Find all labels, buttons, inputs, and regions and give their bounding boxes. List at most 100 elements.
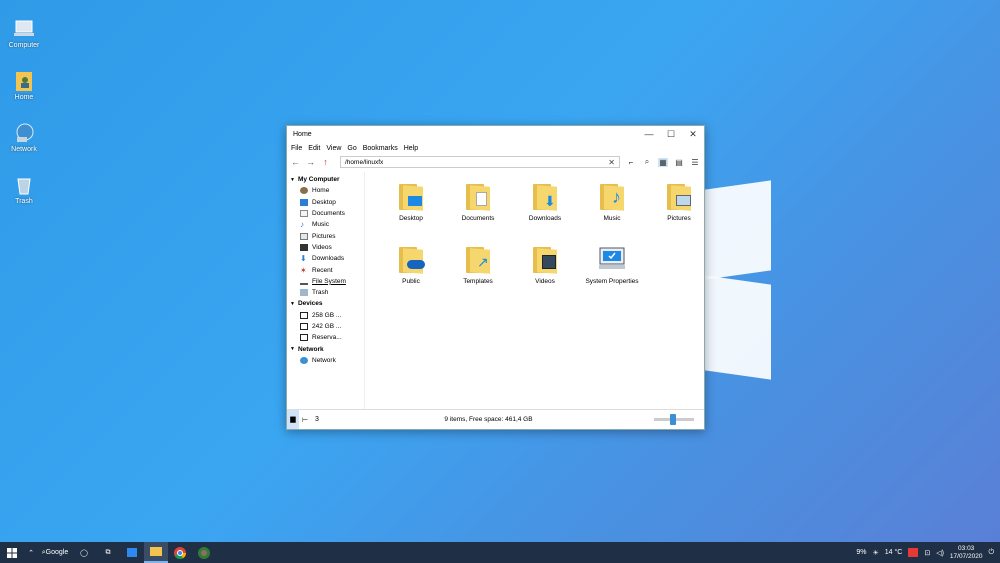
sidebar-item-network[interactable]: Network — [287, 355, 364, 366]
desktop-icon-trash[interactable]: Trash — [4, 174, 44, 205]
sidebar-section-network[interactable]: ▼ Network — [287, 343, 364, 354]
sidebar-section-my-computer[interactable]: ▼ My Computer — [287, 174, 364, 185]
file-item-public[interactable]: Public — [381, 245, 441, 285]
file-item-desktop[interactable]: Desktop — [381, 182, 441, 222]
list-view-icon[interactable]: ☰ — [690, 158, 700, 167]
sidebar-item-device-1[interactable]: 258 GB ... — [287, 310, 364, 321]
file-item-music[interactable]: ♪ Music — [582, 182, 642, 222]
music-folder-icon: ♪ — [597, 182, 627, 212]
windows-icon — [7, 547, 17, 558]
music-icon: ♪ — [300, 220, 304, 230]
sidebar-item-device-2[interactable]: 242 GB ... — [287, 321, 364, 332]
sidebar-item-device-3[interactable]: Reserva... — [287, 332, 364, 343]
menu-bar: File Edit View Go Bookmarks Help — [287, 142, 704, 154]
sidebar-item-pictures[interactable]: Pictures — [287, 230, 364, 241]
system-tray: 9% ☀ 14 °C ⊡ ◁) 03:03 17/07/2020 ⏻ — [856, 545, 1000, 561]
tree-toggle-icon[interactable]: ⊢ — [299, 416, 311, 424]
file-item-pictures[interactable]: Pictures — [649, 182, 709, 222]
trash-icon — [300, 289, 308, 297]
power-icon[interactable]: ⏻ — [988, 549, 994, 557]
menu-help[interactable]: Help — [404, 145, 418, 152]
file-manager-window: Home — ☐ ✕ File Edit View Go Bookmarks H… — [286, 125, 705, 430]
icon-view-icon[interactable]: ▦ — [658, 157, 668, 167]
chrome-icon[interactable] — [168, 542, 192, 563]
menu-edit[interactable]: Edit — [308, 145, 320, 152]
file-label: Videos — [535, 278, 555, 285]
clock[interactable]: 03:03 17/07/2020 — [950, 545, 983, 561]
tray-app-icon[interactable] — [908, 548, 919, 557]
file-item-system-properties[interactable]: System Properties — [577, 245, 647, 285]
network-monitor-icon[interactable]: ⊡ — [924, 549, 930, 557]
desktop-icon — [300, 198, 308, 206]
document-icon — [300, 210, 308, 218]
file-item-downloads[interactable]: ⬇ Downloads — [515, 182, 575, 222]
path-text: /home/linuxfx — [345, 158, 384, 166]
sidebar-item-trash[interactable]: Trash — [287, 287, 364, 298]
desktop-icon-home[interactable]: Home — [4, 70, 44, 101]
window-title: Home — [293, 130, 312, 138]
sidebar-item-file-system[interactable]: File System — [287, 276, 364, 287]
windows-logo-wallpaper — [700, 180, 775, 380]
file-label: Downloads — [528, 215, 562, 222]
zoom-slider-knob[interactable] — [670, 414, 676, 425]
desktop-icon-network[interactable]: Network — [4, 122, 44, 153]
statusbar-number[interactable]: 3 — [311, 416, 323, 423]
sidebar-item-music[interactable]: ♪ Music — [287, 219, 364, 230]
weather-text[interactable]: 14 °C — [885, 549, 903, 556]
sidebar-item-recent[interactable]: ✶ Recent — [287, 264, 364, 275]
app-globe-icon[interactable] — [192, 542, 216, 563]
sidebar-item-desktop[interactable]: Desktop — [287, 197, 364, 208]
cortana-circle-icon[interactable]: ◯ — [72, 542, 96, 563]
terminal-icon[interactable]: ⌐ — [626, 158, 636, 167]
file-manager-taskbar-icon[interactable] — [144, 542, 168, 563]
file-item-templates[interactable]: ↗ Templates — [448, 245, 508, 285]
up-arrow-icon[interactable]: ↑ — [321, 157, 330, 167]
menu-view[interactable]: View — [326, 145, 341, 152]
places-toggle-icon[interactable]: ▆ — [287, 410, 299, 429]
sidebar-item-documents[interactable]: Documents — [287, 208, 364, 219]
google-search-button[interactable]: ⌕ Google — [38, 542, 72, 563]
network-icon — [300, 356, 308, 364]
pictures-folder-icon — [664, 182, 694, 212]
start-button[interactable] — [0, 542, 24, 563]
file-label: Documents — [461, 215, 495, 222]
drive-icon — [300, 311, 308, 319]
desktop-folder-icon — [396, 182, 426, 212]
forward-arrow-icon[interactable]: → — [306, 157, 315, 167]
sidebar-section-devices[interactable]: ▼ Devices — [287, 298, 364, 309]
file-item-videos[interactable]: Videos — [515, 245, 575, 285]
file-item-documents[interactable]: Documents — [448, 182, 508, 222]
title-bar[interactable]: Home — ☐ ✕ — [287, 126, 704, 142]
path-input[interactable]: /home/linuxfx ✕ — [340, 156, 620, 168]
network-icon — [13, 122, 35, 144]
zoom-slider[interactable] — [654, 414, 694, 425]
menu-bookmarks[interactable]: Bookmarks — [363, 145, 398, 152]
store-icon[interactable] — [120, 542, 144, 563]
home-icon — [300, 187, 308, 195]
file-label: Music — [603, 215, 621, 222]
battery-text[interactable]: 9% — [856, 549, 866, 556]
desktop-icon-computer[interactable]: Computer — [4, 18, 44, 49]
weather-sun-icon[interactable]: ☀ — [872, 549, 878, 557]
sidebar-item-home[interactable]: Home — [287, 185, 364, 196]
desktop-icon-label: Home — [14, 94, 34, 101]
menu-file[interactable]: File — [291, 145, 302, 152]
sidebar-item-videos[interactable]: Videos — [287, 242, 364, 253]
drive-icon — [300, 278, 308, 285]
chevron-up-icon[interactable]: ⌃ — [24, 542, 38, 563]
clear-path-icon[interactable]: ✕ — [608, 158, 615, 167]
search-icon[interactable]: ⌕ — [642, 157, 652, 167]
sidebar-item-downloads[interactable]: ⬇ Downloads — [287, 253, 364, 264]
compact-view-icon[interactable]: ▤ — [674, 158, 684, 167]
templates-folder-icon: ↗ — [463, 245, 493, 275]
close-button[interactable]: ✕ — [682, 129, 704, 140]
computer-icon — [13, 18, 35, 40]
menu-go[interactable]: Go — [347, 145, 356, 152]
back-arrow-icon[interactable]: ← — [291, 157, 300, 167]
task-view-icon[interactable]: ⧉ — [96, 542, 120, 563]
sidebar: ▼ My Computer Home Desktop Documents ♪ Mu… — [287, 172, 365, 409]
maximize-button[interactable]: ☐ — [660, 129, 682, 140]
minimize-button[interactable]: — — [638, 129, 660, 139]
volume-icon[interactable]: ◁) — [936, 549, 944, 557]
file-label: Desktop — [399, 215, 423, 222]
